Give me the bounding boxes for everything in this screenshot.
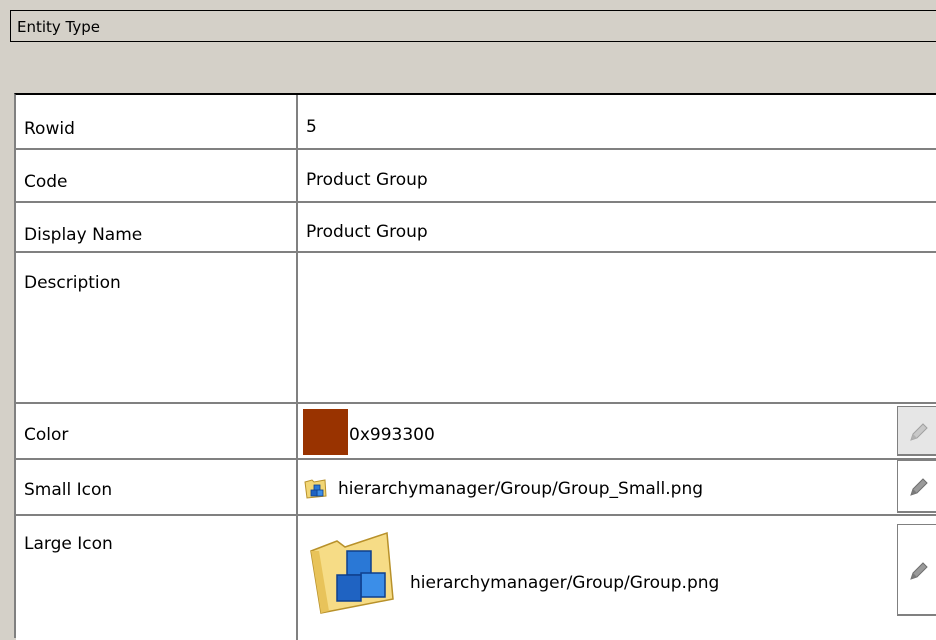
row-small-icon: Small Icon hierarchymanager/Group/Group_… [16,460,936,516]
value-cell: Product Group [298,150,936,201]
edit-large-icon-button[interactable] [897,524,936,616]
field-label-large-icon: Large Icon [24,534,113,554]
field-value-small-icon: hierarchymanager/Group/Group_Small.png [338,479,704,499]
row-color: Color 0x993300 [16,404,936,460]
edit-small-icon-button[interactable] [897,460,936,513]
pencil-icon [910,422,928,441]
label-cell: Large Icon [16,516,298,640]
field-label-code: Code [24,172,68,192]
value-cell: 5 [298,95,936,148]
row-rowid: Rowid 5 [16,95,936,150]
folder-blocks-icon [304,479,327,499]
field-value-code: Product Group [306,170,428,190]
label-cell: Code [16,150,298,201]
row-code: Code Product Group [16,150,936,203]
pencil-icon [910,478,928,496]
pencil-icon [910,561,928,580]
field-value-display-name: Product Group [306,222,428,242]
folder-blocks-icon [310,531,394,614]
field-label-display-name: Display Name [24,225,143,245]
panel-header: Entity Type [10,10,936,42]
row-display-name: Display Name Product Group [16,203,936,253]
value-cell: 0x993300 [298,404,936,458]
field-value-rowid: 5 [306,117,317,137]
label-cell: Description [16,253,298,402]
value-cell: hierarchymanager/Group/Group.png [298,516,936,640]
label-cell: Rowid [16,95,298,148]
row-description: Description [16,253,936,404]
field-label-color: Color [24,425,69,445]
entity-type-form: Rowid 5 Code Product Group Display Name … [14,93,936,640]
field-label-small-icon: Small Icon [24,480,113,500]
panel-title: Entity Type [17,18,101,36]
value-cell: hierarchymanager/Group/Group_Small.png [298,460,936,514]
value-cell [298,253,936,402]
label-cell: Display Name [16,203,298,251]
field-value-large-icon: hierarchymanager/Group/Group.png [410,573,720,593]
edit-color-button[interactable] [897,406,936,456]
row-large-icon: Large Icon hierarchymanager/Group/Group.… [16,516,936,640]
label-cell: Small Icon [16,460,298,514]
label-cell: Color [16,404,298,458]
color-swatch [303,409,348,455]
field-value-color: 0x993300 [349,425,435,445]
field-label-rowid: Rowid [24,119,75,139]
value-cell: Product Group [298,203,936,251]
field-label-description: Description [24,273,121,293]
